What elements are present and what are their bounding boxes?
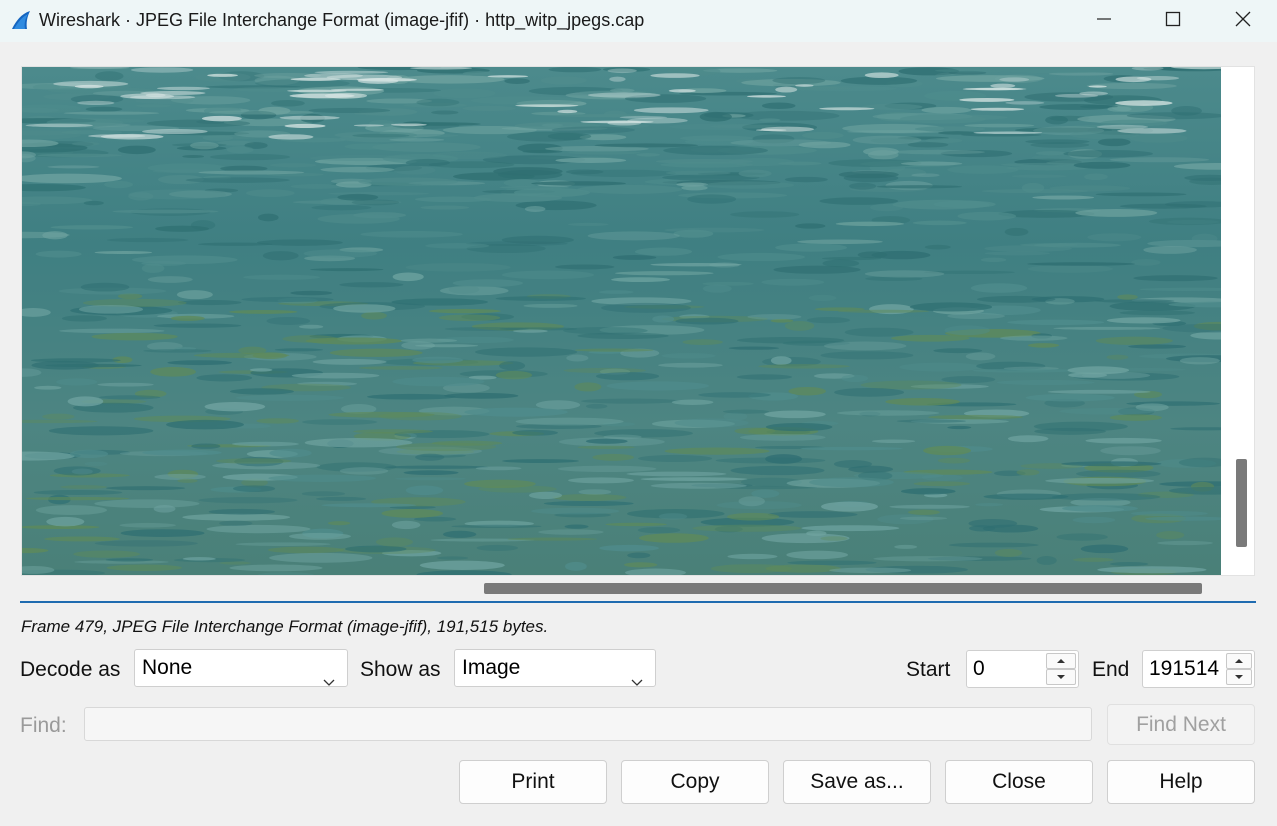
maximize-button[interactable]: [1139, 0, 1207, 42]
horizontal-scrollbar[interactable]: [484, 583, 1202, 594]
start-value: 0: [973, 657, 985, 680]
minimize-button[interactable]: [1070, 0, 1138, 42]
decode-as-value: None: [142, 656, 193, 679]
wireshark-fin-icon: [10, 9, 32, 31]
maximize-icon: [1165, 11, 1181, 32]
frame-info: Frame 479, JPEG File Interchange Format …: [21, 617, 549, 636]
start-decrement-button[interactable]: [1046, 669, 1076, 685]
start-label: Start: [906, 658, 951, 681]
decoded-jpeg-image: [22, 67, 1221, 575]
close-window-button[interactable]: [1209, 0, 1277, 42]
window-title: Wireshark · JPEG File Interchange Format…: [39, 10, 645, 30]
help-button[interactable]: Help: [1107, 760, 1255, 804]
start-spinbox[interactable]: 0: [966, 650, 1079, 688]
decode-as-label: Decode as: [20, 658, 121, 681]
decode-as-select[interactable]: None: [134, 649, 348, 687]
chevron-up-icon: [1235, 659, 1243, 663]
print-button[interactable]: Print: [459, 760, 607, 804]
end-spinbox[interactable]: 191514: [1142, 650, 1255, 688]
water-image: [22, 67, 1221, 575]
close-icon: [1235, 11, 1251, 32]
copy-button[interactable]: Copy: [621, 760, 769, 804]
find-next-button[interactable]: Find Next: [1107, 704, 1255, 745]
chevron-down-icon: [631, 663, 643, 699]
end-value: 191514: [1149, 657, 1220, 680]
divider: [20, 601, 1256, 603]
show-as-label: Show as: [360, 658, 441, 681]
minimize-icon: [1096, 11, 1112, 32]
save-as-button[interactable]: Save as...: [783, 760, 931, 804]
image-viewer: [21, 66, 1255, 576]
end-decrement-button[interactable]: [1226, 669, 1252, 685]
end-increment-button[interactable]: [1226, 653, 1252, 669]
end-label: End: [1092, 658, 1130, 681]
title-bar: Wireshark · JPEG File Interchange Format…: [0, 0, 1277, 42]
find-label: Find:: [20, 714, 67, 737]
find-input[interactable]: [84, 707, 1092, 741]
close-button[interactable]: Close: [945, 760, 1093, 804]
chevron-down-icon: [323, 663, 335, 699]
show-as-select[interactable]: Image: [454, 649, 656, 687]
start-increment-button[interactable]: [1046, 653, 1076, 669]
show-as-value: Image: [462, 656, 521, 679]
vertical-scrollbar[interactable]: [1236, 459, 1247, 547]
chevron-down-icon: [1057, 675, 1065, 679]
chevron-down-icon: [1235, 675, 1243, 679]
chevron-up-icon: [1057, 659, 1065, 663]
